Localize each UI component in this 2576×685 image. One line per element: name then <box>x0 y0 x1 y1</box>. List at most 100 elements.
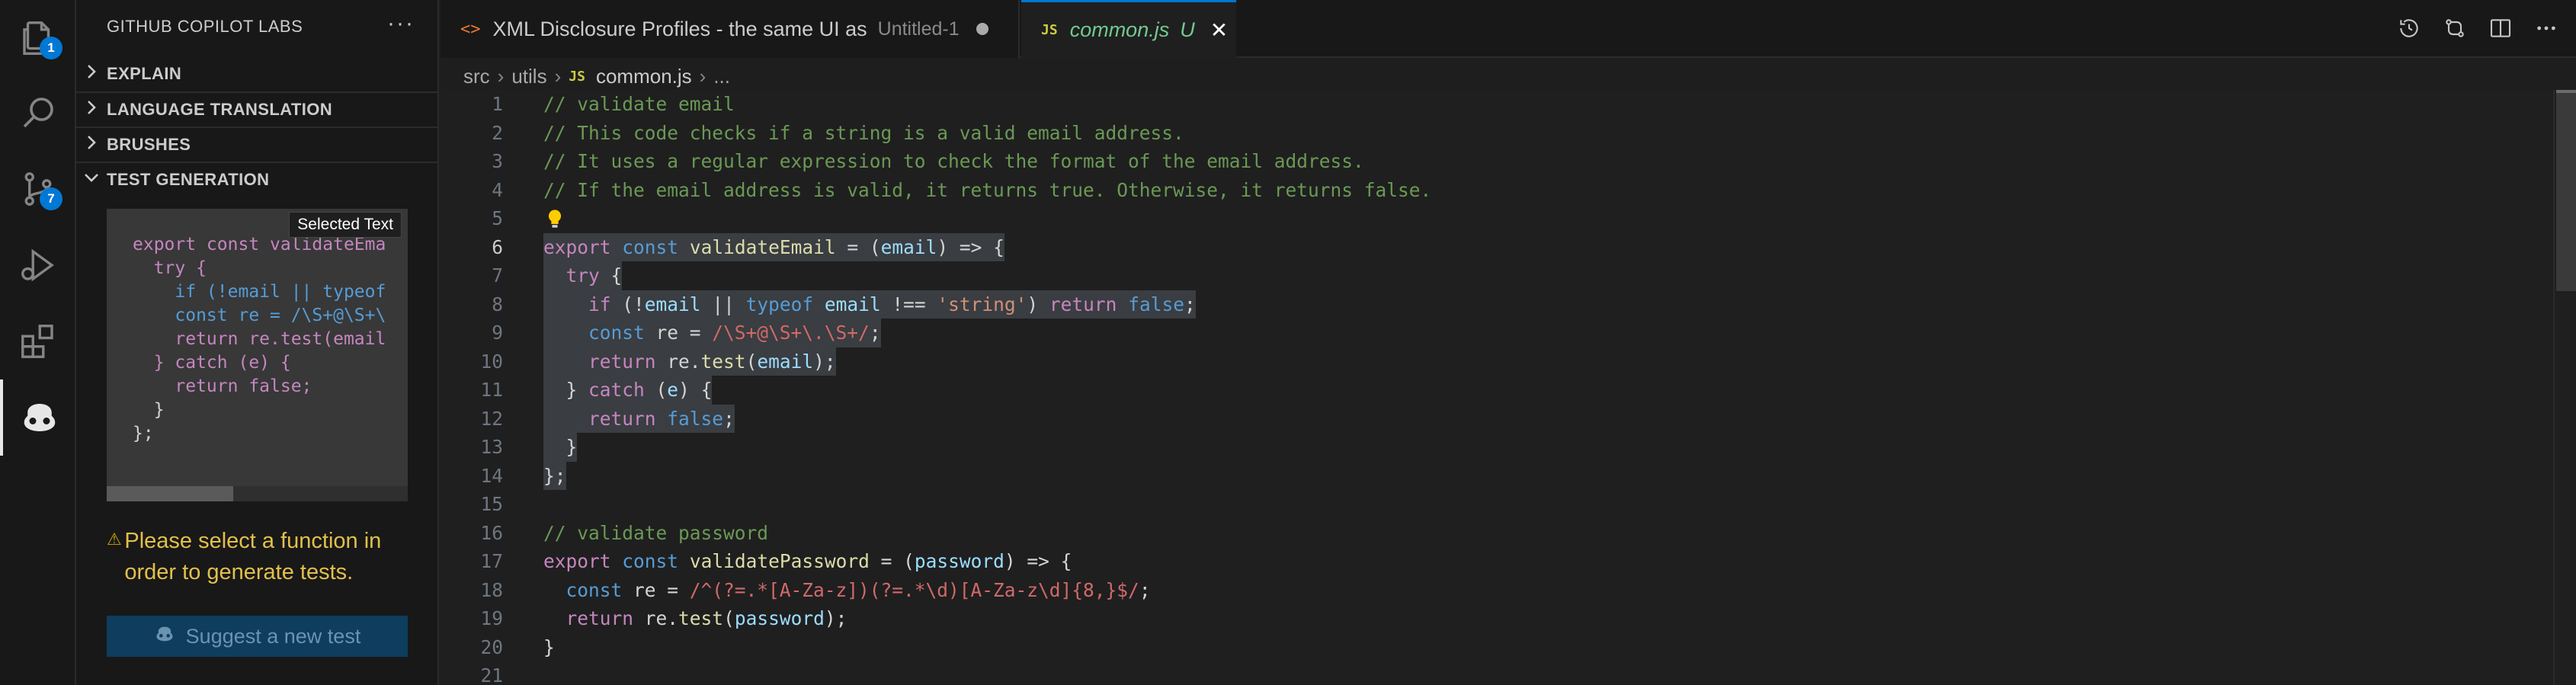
code-line[interactable]: 4 // If the email address is valid, it re… <box>441 176 2552 205</box>
code-line[interactable]: 7 try { <box>441 261 2552 290</box>
section-label: LANGUAGE TRANSLATION <box>107 100 333 119</box>
code-text: }; <box>543 461 566 490</box>
preview-horizontal-scrollbar[interactable] <box>107 486 408 501</box>
code-line[interactable]: 11 } catch (e) { <box>441 376 2552 405</box>
code-line[interactable]: 17 export const validatePassword = (passw… <box>441 547 2552 576</box>
code-text: if (!email || typeof email !== 'string')… <box>543 290 1196 318</box>
code-text: // validate password <box>543 521 769 544</box>
code-line[interactable]: 14}; <box>441 461 2552 490</box>
tab-description: Untitled-1 <box>877 18 960 40</box>
code-line[interactable]: 18 const re = /^(?=.*[A-Za-z])(?=.*\d)[A… <box>441 576 2552 605</box>
code-text: } <box>543 635 555 658</box>
line-number: 6 <box>492 235 503 258</box>
section-explain[interactable]: EXPLAIN <box>76 56 439 91</box>
code-line[interactable]: 3 // It uses a regular expression to chec… <box>441 147 2552 176</box>
suggest-new-test-button[interactable]: Suggest a new test <box>107 616 408 657</box>
code-line[interactable]: 2 // This code checks if a string is a va… <box>441 119 2552 148</box>
section-language-translation[interactable]: LANGUAGE TRANSLATION <box>76 91 439 126</box>
section-label: BRUSHES <box>107 135 191 154</box>
code-line[interactable]: 10 return re.test(email); <box>441 347 2552 376</box>
line-number: 14 <box>480 464 503 487</box>
copilot-labs-icon[interactable] <box>0 379 76 456</box>
code-line[interactable]: 19 return re.test(password); <box>441 604 2552 633</box>
tab-label: XML Disclosure Profiles - the same UI as <box>492 17 867 40</box>
preview-code: export const validateEma try { if (!emai… <box>133 235 397 443</box>
explorer-icon[interactable]: 1 <box>0 0 76 76</box>
copilot-icon <box>154 623 175 650</box>
section-brushes[interactable]: BRUSHES <box>76 126 439 162</box>
chevron-right-icon <box>76 64 107 84</box>
breadcrumb-item[interactable]: src <box>463 65 490 88</box>
lightbulb-icon[interactable] <box>544 206 566 231</box>
chevron-right-icon <box>76 135 107 155</box>
run-debug-icon[interactable] <box>0 227 76 303</box>
extensions-icon[interactable] <box>0 303 76 379</box>
code-text: try { <box>543 261 623 290</box>
code-text: // It uses a regular expression to check… <box>543 150 1364 172</box>
code-text: } <box>543 433 578 462</box>
source-control-icon[interactable]: 7 <box>0 151 76 227</box>
code-line[interactable]: 13 } <box>441 433 2552 462</box>
tab-common-js[interactable]: JS common.js U ✕ <box>1021 0 1236 58</box>
line-number: 15 <box>480 493 503 515</box>
tab-label: common.js <box>1069 18 1170 41</box>
code-text: // This code checks if a string is a val… <box>543 121 1184 144</box>
code-line[interactable]: 12 return false; <box>441 404 2552 433</box>
line-number: 10 <box>480 350 503 373</box>
js-file-icon: JS <box>569 68 585 85</box>
unsaved-dot-icon[interactable] <box>976 23 988 35</box>
code-line[interactable]: 9 const re = /\S+@\S+\.\S+/; <box>441 318 2552 347</box>
section-test-generation[interactable]: TEST GENERATION <box>76 162 439 197</box>
code-line[interactable]: 6 export const validateEmail = (email) =>… <box>441 232 2552 261</box>
chevron-right-icon: › <box>497 64 505 88</box>
code-text: } catch (e) { <box>543 376 713 405</box>
line-number: 7 <box>492 264 503 286</box>
close-icon[interactable]: ✕ <box>1210 18 1228 43</box>
js-file-icon: JS <box>1041 22 1058 38</box>
open-changes-icon[interactable] <box>2440 14 2469 43</box>
code-line[interactable]: 20} <box>441 633 2552 662</box>
breadcrumb-item[interactable]: utils <box>511 65 546 88</box>
split-editor-icon[interactable] <box>2486 14 2515 43</box>
line-number: 11 <box>480 379 503 401</box>
code-line[interactable]: 5 <box>441 204 2552 233</box>
line-number: 2 <box>492 121 503 144</box>
line-number: 1 <box>492 93 503 115</box>
code-line[interactable]: 16 // validate password <box>441 519 2552 548</box>
breadcrumb-item[interactable]: common.js <box>596 65 692 88</box>
code-editor[interactable]: 1 // validate email 2 // This code checks i… <box>441 90 2552 685</box>
more-actions-icon[interactable] <box>2532 14 2561 43</box>
code-text: // validate email <box>543 93 735 115</box>
selected-code-preview: export const validateEma try { if (!emai… <box>107 209 408 501</box>
code-line[interactable]: 1 // validate email <box>441 90 2552 119</box>
test-generation-warning: ⚠ Please select a function in order to g… <box>107 526 427 588</box>
code-text: const re = /^(?=.*[A-Za-z])(?=.*\d)[A-Za… <box>566 578 1151 601</box>
code-text: return re.test(email); <box>543 347 836 376</box>
code-text: return false; <box>543 404 735 433</box>
source-control-badge: 7 <box>40 187 62 210</box>
line-number: 20 <box>480 635 503 658</box>
untracked-status: U <box>1180 18 1195 41</box>
line-number: 21 <box>480 664 503 685</box>
line-number: 8 <box>492 293 503 315</box>
chevron-down-icon <box>76 170 107 190</box>
code-line[interactable]: 15 <box>441 490 2552 519</box>
tab-untitled-1[interactable]: <> XML Disclosure Profiles - the same UI… <box>441 0 1020 58</box>
scrollbar-thumb[interactable] <box>107 486 233 501</box>
explorer-badge: 1 <box>40 37 62 59</box>
code-text: export const validatePassword = (passwor… <box>543 550 1072 572</box>
line-number: 3 <box>492 150 503 172</box>
timeline-history-icon[interactable] <box>2395 14 2424 43</box>
search-icon[interactable] <box>0 75 76 151</box>
breadcrumb-item[interactable]: ... <box>713 65 730 88</box>
chevron-right-icon: › <box>554 64 562 88</box>
code-line[interactable]: 21 <box>441 661 2552 685</box>
breadcrumb: src › utils › JS common.js › ... <box>463 61 730 91</box>
activity-bar: 1 7 <box>0 0 76 685</box>
more-actions-icon[interactable]: ··· <box>387 11 415 37</box>
scrollbar-thumb[interactable] <box>2556 93 2576 291</box>
line-number: 16 <box>480 521 503 544</box>
editor-vertical-scrollbar[interactable] <box>2553 90 2576 685</box>
code-line[interactable]: 8 if (!email || typeof email !== 'string… <box>441 290 2552 318</box>
suggest-button-label: Suggest a new test <box>185 624 361 648</box>
